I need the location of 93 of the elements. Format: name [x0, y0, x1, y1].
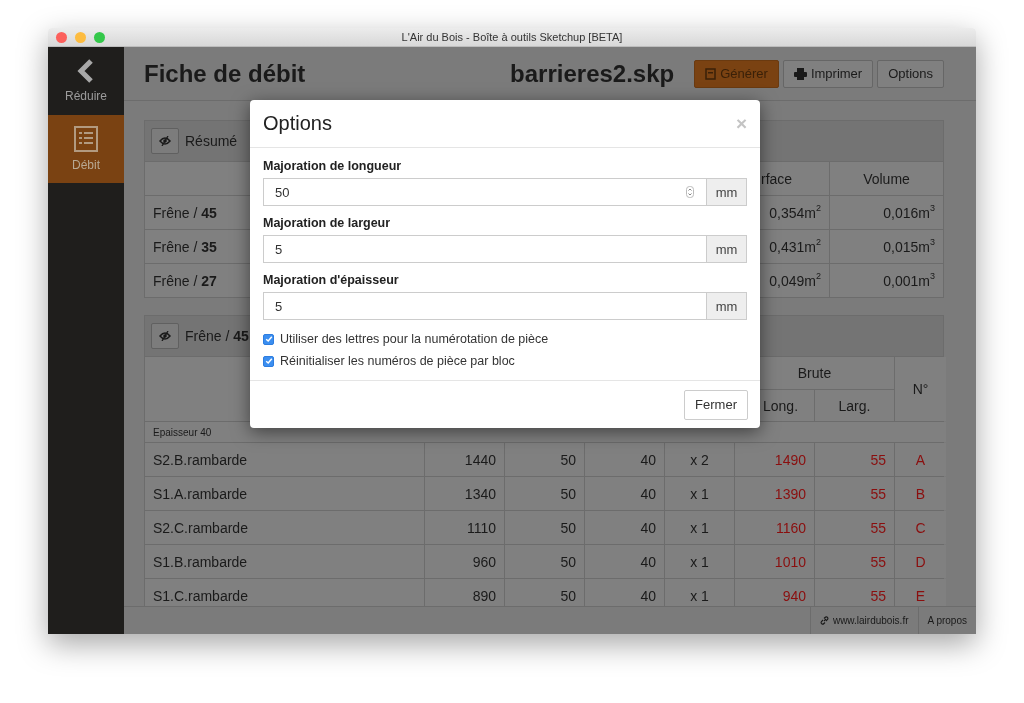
toggle-button[interactable] [151, 323, 179, 349]
printer-icon [793, 67, 807, 80]
table-cell: 0,354m$^{2}$ [769, 204, 821, 221]
page-title: Fiche de débit [144, 59, 306, 88]
table-cell: B [915, 485, 926, 502]
checkbox[interactable] [263, 355, 274, 367]
table-cell: 40 [640, 587, 656, 604]
column-header: Long. [763, 397, 799, 414]
table-cell: 55 [870, 451, 886, 468]
chevron-left-icon [76, 59, 96, 83]
unit-label: mm [706, 292, 747, 320]
field-label: Majoration de longueur [263, 159, 403, 173]
close-dialog-button[interactable]: Fermer [684, 389, 748, 420]
website-link[interactable]: www.lairdubois.fr [809, 607, 918, 634]
field-label: Majoration d'épaisseur [263, 273, 400, 287]
table-cell: 40 [640, 485, 656, 502]
table-cell: 0,431m$^{2}$ [769, 238, 821, 255]
table-cell: 40 [640, 519, 656, 536]
table-cell: S1.C.rambarde [153, 587, 248, 604]
document-icon [705, 67, 717, 80]
table-cell: 1160 [775, 519, 806, 536]
table-cell: 1440 [464, 451, 496, 468]
table-cell: S1.A.rambarde [153, 485, 248, 502]
column-header: Volume [863, 170, 910, 187]
eye-slash-icon [159, 136, 171, 146]
table-cell: 55 [870, 519, 886, 536]
table-cell: S2.C.rambarde [153, 519, 248, 536]
column-header: Brute [797, 365, 832, 381]
table-cell: S1.B.rambarde [153, 553, 248, 570]
table-cell: x 1 [690, 587, 709, 604]
table-cell: 50 [560, 451, 576, 468]
table-cell: 1110 [466, 519, 496, 536]
table-cell: 55 [870, 485, 886, 502]
table-cell: 960 [472, 553, 496, 570]
table-cell: x 2 [690, 451, 709, 468]
table-cell: 890 [472, 587, 496, 604]
column-header: rface [761, 170, 793, 187]
column-header: N° [912, 381, 929, 397]
table-cell: 1490 [774, 451, 806, 468]
options-button[interactable]: Options [877, 59, 944, 88]
unit-label: mm [706, 235, 747, 263]
toggle-button[interactable] [151, 128, 179, 154]
panel-title: Résumé [185, 133, 238, 149]
table-cell: x 1 [690, 553, 709, 570]
checkbox-label: Réinitialiser les numéros de pièce par bloc [280, 354, 515, 368]
sidebar-item[interactable]: Réduire [48, 47, 124, 115]
table-cell: 1390 [774, 485, 806, 502]
panel-title: Frêne / 45 [185, 328, 249, 344]
section-label: Epaisseur 40 [153, 426, 212, 438]
table-cell: 0,001m$^{3}$ [883, 272, 935, 289]
input-field[interactable]: 5 [263, 235, 706, 263]
table-cell: E [915, 587, 926, 604]
table-cell: Frêne / 35 [153, 238, 217, 255]
input-field[interactable]: 50 [263, 178, 706, 206]
table-cell: 0,016m$^{3}$ [883, 204, 935, 221]
input-field[interactable]: 5 [263, 292, 706, 320]
column-header: Larg. [838, 397, 871, 414]
table-cell: Frêne / 27 [153, 272, 217, 289]
checkbox[interactable] [263, 333, 274, 345]
field-label: Majoration de largeur [263, 216, 392, 230]
table-cell: 40 [640, 553, 656, 570]
table-cell: 0,049m$^{2}$ [769, 272, 821, 289]
close-window-button[interactable] [56, 31, 67, 43]
table-cell: A [915, 451, 926, 468]
table-cell: D [915, 553, 926, 570]
sidebar-item[interactable]: Débit [48, 115, 124, 183]
list-icon [74, 126, 98, 152]
table-cell: 1340 [464, 485, 496, 502]
table-cell: C [915, 519, 926, 536]
table-cell: 50 [560, 485, 576, 502]
table-cell: S2.B.rambarde [153, 451, 248, 468]
link-icon [819, 616, 829, 625]
table-cell: 1010 [774, 553, 806, 570]
unit-label: mm [706, 178, 747, 206]
print-button[interactable]: Imprimer [782, 59, 874, 88]
file-name: barrieres2.skp [510, 59, 675, 88]
eye-slash-icon [159, 331, 171, 341]
table-cell: 55 [870, 553, 886, 570]
table-cell: Frêne / 45 [153, 204, 217, 221]
table-cell: 55 [870, 587, 886, 604]
spinner-icon[interactable] [686, 186, 694, 198]
window-title: L'Air du Bois - Boîte à outils Sketchup [BETA] [401, 31, 623, 43]
table-cell: 0,015m$^{3}$ [883, 238, 935, 255]
table-cell: x 1 [690, 519, 709, 536]
table-cell: 50 [560, 553, 576, 570]
about-link[interactable]: A propos [917, 607, 976, 634]
table-cell: 40 [640, 451, 656, 468]
table-cell: 50 [560, 519, 576, 536]
table-cell: 50 [560, 587, 576, 604]
table-cell: 940 [782, 587, 806, 604]
dialog-title: Options [263, 112, 332, 135]
table-cell: x 1 [690, 485, 709, 502]
checkbox-label: Utiliser des lettres pour la numérotation de pièce [280, 332, 549, 346]
